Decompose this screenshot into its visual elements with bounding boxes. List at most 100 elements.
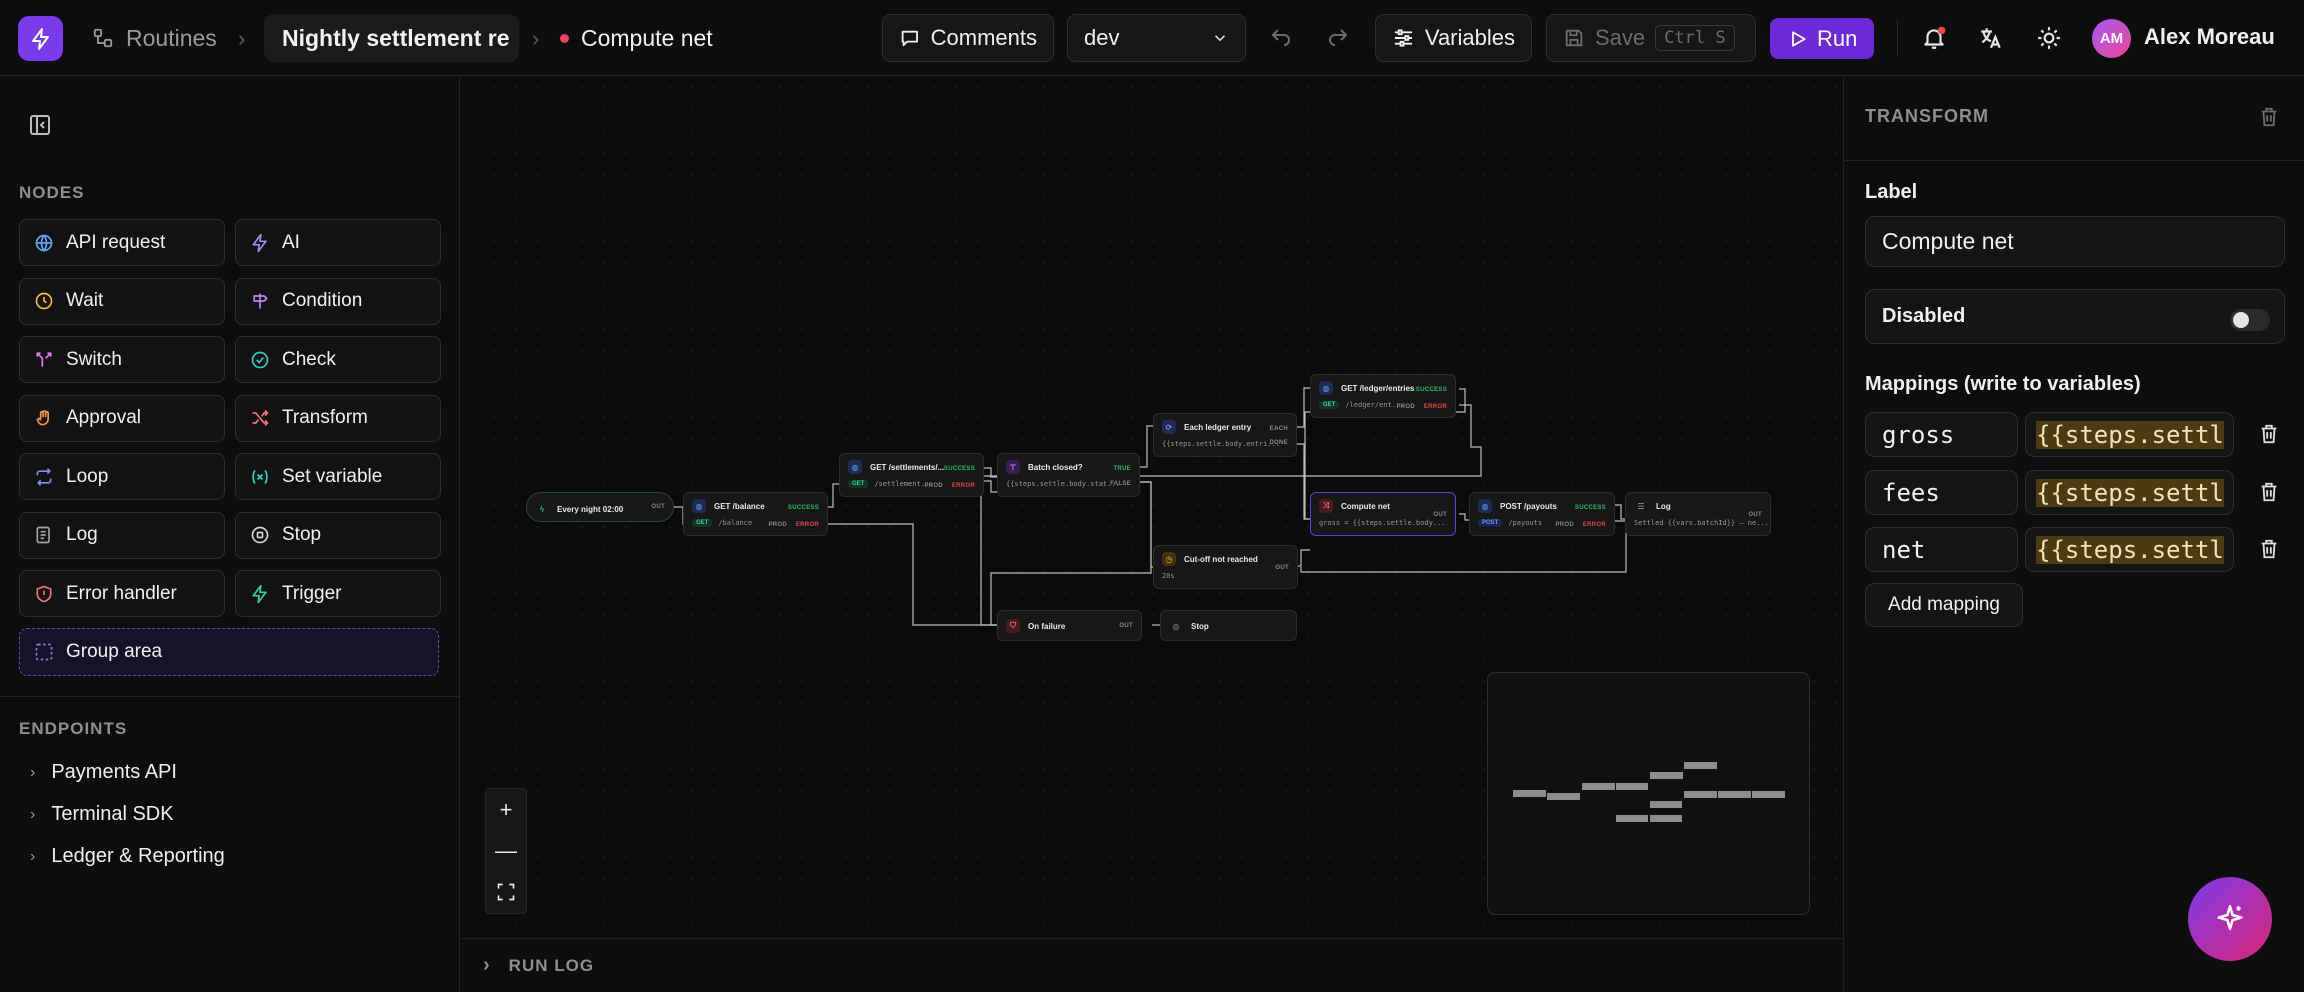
minimap[interactable] [1487, 672, 1810, 915]
success-port-label: SUCCESS [943, 466, 975, 472]
palette-node-switch[interactable]: Switch [19, 336, 225, 383]
chevron-right-icon: › [30, 805, 36, 823]
canvas-node-get-balance[interactable]: ◍ GET /balance SUCCESS GET/balance PROD E… [683, 492, 828, 536]
group-area-button[interactable]: Group area [19, 628, 439, 676]
remove-mapping-icon[interactable] [2258, 423, 2280, 445]
variables-label: Variables [1424, 25, 1515, 50]
palette-node-approval[interactable]: Approval [19, 394, 225, 442]
check-circle-icon [251, 351, 269, 368]
palette-node-log[interactable]: Log [19, 511, 225, 559]
node-title: On failure [1028, 621, 1066, 631]
undo-icon[interactable] [1263, 20, 1299, 56]
label-input[interactable]: Compute net [1865, 216, 2285, 267]
theme-sun-icon[interactable] [2031, 20, 2067, 56]
mapping-key-input[interactable]: fees [1865, 470, 2018, 515]
node-expression: {{steps.settle.body.entri... [1162, 440, 1281, 448]
ai-assistant-button[interactable] [2188, 877, 2272, 961]
palette-node-loop[interactable]: Loop [19, 453, 225, 500]
mapping-key-input[interactable]: net [1865, 527, 2018, 572]
canvas-node-each-ledger-entry[interactable]: ⟳ Each ledger entry EACH {{steps.settle.b… [1153, 413, 1297, 457]
node-title: Cut-off not reached [1184, 554, 1258, 564]
group-area-label: Group area [66, 641, 163, 662]
endpoint-item-terminal-sdk[interactable]: › Terminal SDK [30, 803, 174, 826]
canvas-node-stop[interactable]: ◎ Stop [1160, 610, 1297, 641]
chevron-right-icon: › [30, 847, 36, 865]
palette-node-label: Switch [66, 348, 122, 370]
zoom-in-icon[interactable]: + [486, 789, 526, 830]
node-out-label: OUT [1748, 512, 1762, 518]
canvas-node-batch-closed[interactable]: ⊤ Batch closed? TRUE {{steps.settle.body.… [997, 453, 1140, 497]
run-log-toggle[interactable]: › RUN LOG [461, 938, 1843, 992]
minimap-node [1616, 783, 1648, 790]
remove-mapping-icon[interactable] [2258, 481, 2280, 503]
endpoint-item-ledger-reporting[interactable]: › Ledger & Reporting [30, 845, 225, 868]
minimap-node [1547, 793, 1580, 800]
zap-icon: ϟ [539, 504, 545, 514]
run-button[interactable]: Run [1770, 18, 1874, 59]
palette-node-check[interactable]: Check [235, 336, 441, 383]
palette-node-transform[interactable]: Transform [235, 394, 441, 442]
mapping-key-input[interactable]: gross [1865, 412, 2018, 457]
mapping-value-input[interactable]: {{steps.settl [2025, 412, 2234, 457]
add-mapping-button[interactable]: Add mapping [1865, 583, 2023, 627]
user-name[interactable]: Alex Moreau [2144, 24, 2275, 50]
canvas-node-trigger[interactable]: ϟ Every night 02:00 OUT [526, 492, 674, 522]
palette-node-stop[interactable]: Stop [235, 511, 441, 559]
shield-alert-icon: ⛉ [1006, 619, 1020, 633]
canvas-node-log[interactable]: ☰ Log Settled {{vars.batchId}} — ne... OU… [1625, 492, 1771, 536]
palette-node-condition[interactable]: Condition [235, 277, 441, 325]
false-port-label: FALSE [1110, 481, 1131, 487]
bell-icon[interactable] [1916, 20, 1952, 56]
minimap-node [1650, 772, 1683, 779]
avatar[interactable]: AM [2092, 19, 2131, 58]
app-logo-icon[interactable] [18, 16, 63, 61]
current-node-label: Compute net [581, 24, 713, 51]
canvas-node-compute-net[interactable]: ⤨ Compute net gross = {{steps.settle.body… [1310, 492, 1456, 536]
node-title: Compute net [1341, 501, 1390, 511]
canvas-node-on-failure[interactable]: ⛉ On failure OUT [997, 610, 1142, 641]
palette-node-label: API request [66, 231, 166, 253]
canvas-node-post-payouts[interactable]: ◍ POST /payouts SUCCESS POST/payouts PROD… [1469, 492, 1615, 536]
canvas-node-get-ledger-entries[interactable]: ◍ GET /ledger/entries SUCCESS GET/ledger/… [1310, 374, 1456, 418]
top-bar: Routines › Nightly settlement re › Compu… [0, 0, 2304, 76]
error-port-label: ERROR [1423, 404, 1447, 410]
palette-node-trigger[interactable]: Trigger [235, 570, 441, 617]
zoom-out-icon[interactable]: — [486, 830, 526, 871]
palette-node-wait[interactable]: Wait [19, 277, 225, 325]
disabled-label: Disabled [1882, 305, 1966, 327]
breadcrumb-routines[interactable]: Routines [92, 20, 217, 56]
node-title: POST /payouts [1500, 501, 1557, 511]
remove-mapping-icon[interactable] [2258, 538, 2280, 560]
endpoint-item-payments-api[interactable]: › Payments API [30, 761, 177, 784]
variables-button[interactable]: Variables [1375, 14, 1532, 62]
fit-view-icon[interactable] [486, 871, 526, 912]
palette-node-ai[interactable]: AI [235, 219, 441, 266]
edge [990, 481, 1152, 626]
palette-node-set-variable[interactable]: Set variable [235, 453, 441, 500]
signpost-icon [253, 293, 268, 309]
collapse-sidebar-icon[interactable] [28, 113, 52, 142]
node-out-label: OUT [1119, 623, 1133, 629]
palette-node-label: Stop [282, 524, 322, 545]
mapping-value-input[interactable]: {{steps.settl [2025, 470, 2234, 515]
canvas-node-get-settlements[interactable]: ◍ GET /settlements/... SUCCESS GET/settle… [839, 453, 984, 497]
palette-node-error-handler[interactable]: Error handler [19, 570, 225, 617]
environment-select[interactable]: dev [1067, 14, 1246, 62]
save-button[interactable]: Save Ctrl S [1546, 14, 1756, 62]
palette-node-api-request[interactable]: API request [19, 219, 225, 266]
redo-icon[interactable] [1320, 20, 1356, 56]
comments-button[interactable]: Comments [882, 14, 1054, 62]
zap-icon [252, 584, 267, 603]
translate-icon[interactable] [1973, 20, 2009, 56]
disabled-toggle[interactable] [2230, 309, 2270, 331]
palette-node-label: Condition [282, 290, 363, 311]
delete-node-icon[interactable] [2258, 106, 2280, 133]
breadcrumb-flow-name[interactable]: Nightly settlement re [264, 14, 519, 62]
dashed-square-icon [35, 643, 53, 661]
canvas-node-cutoff-not-reached[interactable]: ◷ Cut-off not reached 20s OUT [1153, 545, 1298, 589]
flow-canvas[interactable]: ϟ Every night 02:00 OUT ◍ GET /balance SUC… [461, 76, 1843, 938]
toolbar-divider [1897, 20, 1898, 56]
mapping-value-input[interactable]: {{steps.settl [2025, 527, 2234, 572]
breadcrumb-chevron-icon: › [238, 26, 246, 51]
minimap-node [1513, 790, 1546, 797]
